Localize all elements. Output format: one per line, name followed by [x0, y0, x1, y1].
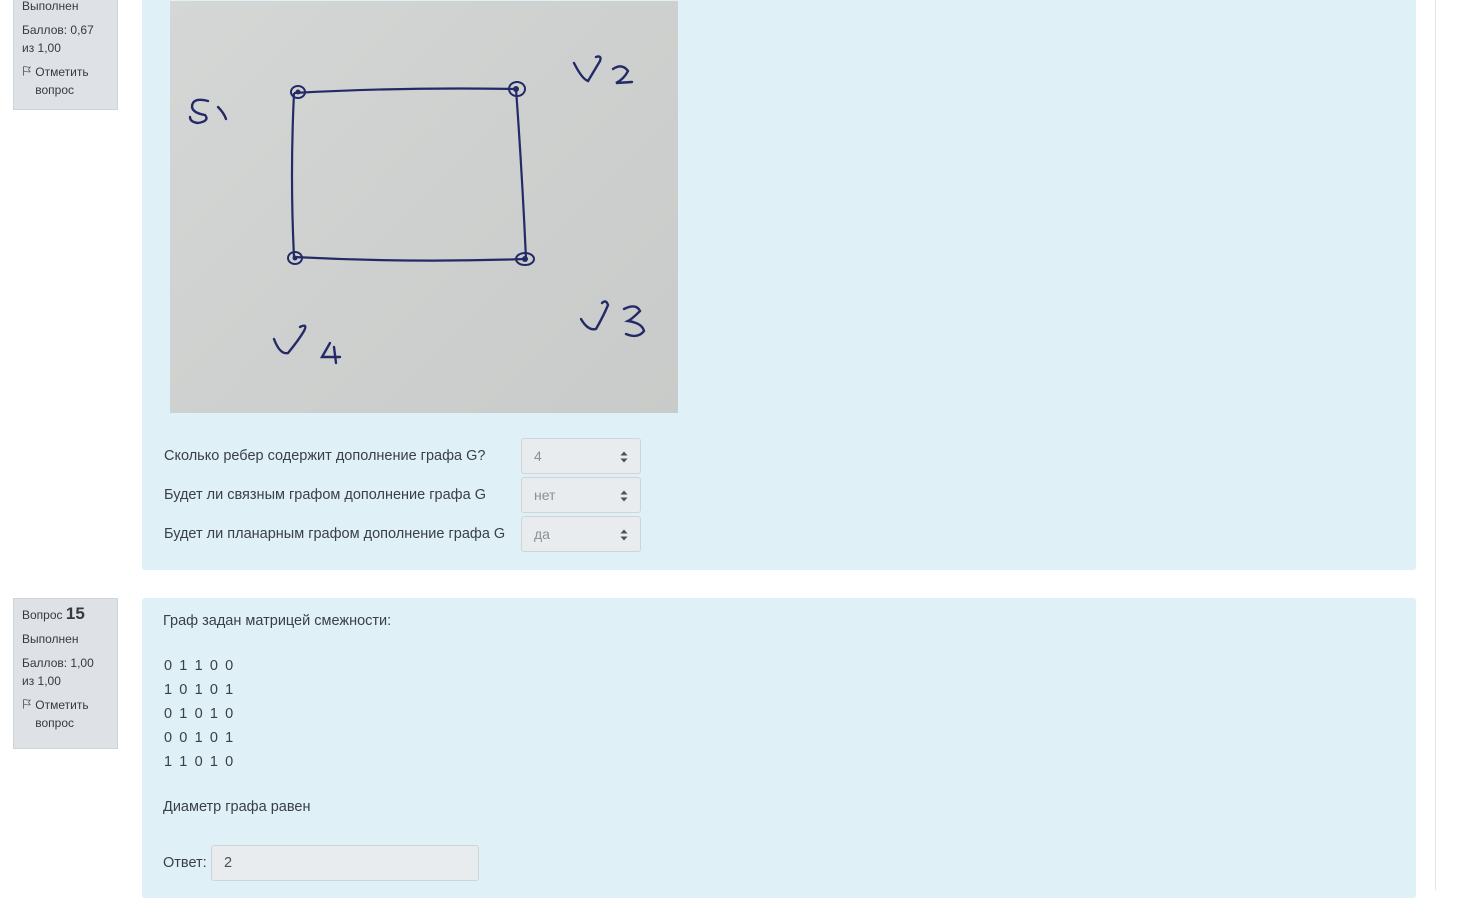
adjacency-matrix: 0 1 1 0 0 1 0 1 0 1 0 1 0 1 0 0 0 1 0 1 …	[164, 654, 235, 774]
edges-count-select[interactable]: 4	[521, 438, 641, 474]
question-score: Баллов: 0,67 из 1,00	[22, 23, 94, 55]
question-number: Вопрос 15	[22, 605, 109, 624]
graph-drawing	[188, 55, 646, 365]
page-right-border	[1435, 0, 1436, 890]
flag-question-label: Отметить вопрос	[35, 698, 89, 730]
question-number-label: Вопрос	[22, 608, 63, 622]
question-number-value: 15	[65, 604, 85, 623]
label-v2	[572, 55, 634, 85]
question-intro: Граф задан матрицей смежности:	[163, 613, 392, 629]
question-content-15: Граф задан матрицей смежности: 0 1 1 0 0…	[142, 598, 1416, 898]
select-arrows-icon	[620, 451, 628, 463]
label-v1	[188, 98, 228, 125]
matrix-row: 0 1 1 0 0	[164, 658, 235, 674]
matrix-row: 0 1 0 1 0	[164, 706, 235, 722]
flag-question-button[interactable]: Отметить вопрос	[22, 696, 109, 732]
question-info-15: Вопрос 15 Выполнен Баллов: 1,00 из 1,00 …	[13, 598, 118, 749]
select-value: 4	[534, 448, 542, 464]
question-row-edges: Сколько ребер содержит дополнение графа …	[164, 438, 641, 474]
question-content-14: Сколько ребер содержит дополнение графа …	[142, 0, 1416, 570]
answer-input[interactable]: 2	[211, 845, 479, 881]
select-arrows-icon	[620, 529, 628, 541]
row-label: Будет ли планарным графом дополнение гра…	[164, 526, 506, 542]
select-arrows-icon	[620, 490, 628, 502]
question-row-connected: Будет ли связным графом дополнение графа…	[164, 477, 641, 513]
question-info-14: Выполнен Баллов: 0,67 из 1,00 Отметить в…	[13, 0, 118, 110]
row-label: Сколько ребер содержит дополнение графа …	[164, 448, 486, 464]
matrix-row: 1 1 0 1 0	[164, 754, 235, 770]
select-value: нет	[534, 487, 556, 503]
question-score: Баллов: 1,00 из 1,00	[22, 656, 94, 688]
question-status: Выполнен	[22, 0, 79, 13]
flag-question-button[interactable]: Отметить вопрос	[22, 63, 109, 99]
question-text: Диаметр графа равен	[163, 799, 311, 815]
label-v3	[579, 300, 646, 338]
connected-select[interactable]: нет	[521, 477, 641, 513]
question-row-planar: Будет ли планарным графом дополнение гра…	[164, 516, 641, 552]
matrix-row: 1 0 1 0 1	[164, 682, 235, 698]
planar-select[interactable]: да	[521, 516, 641, 552]
matrix-row: 0 0 1 0 1	[164, 730, 235, 746]
row-label: Будет ли связным графом дополнение графа…	[164, 487, 486, 503]
graph-photo	[170, 1, 678, 413]
answer-value: 2	[224, 855, 233, 871]
question-status: Выполнен	[22, 632, 79, 646]
select-value: да	[534, 526, 550, 542]
answer-label: Ответ:	[163, 855, 207, 871]
flag-icon	[23, 699, 32, 709]
flag-icon	[23, 66, 32, 76]
label-v4	[272, 324, 342, 365]
flag-question-label: Отметить вопрос	[35, 65, 89, 97]
